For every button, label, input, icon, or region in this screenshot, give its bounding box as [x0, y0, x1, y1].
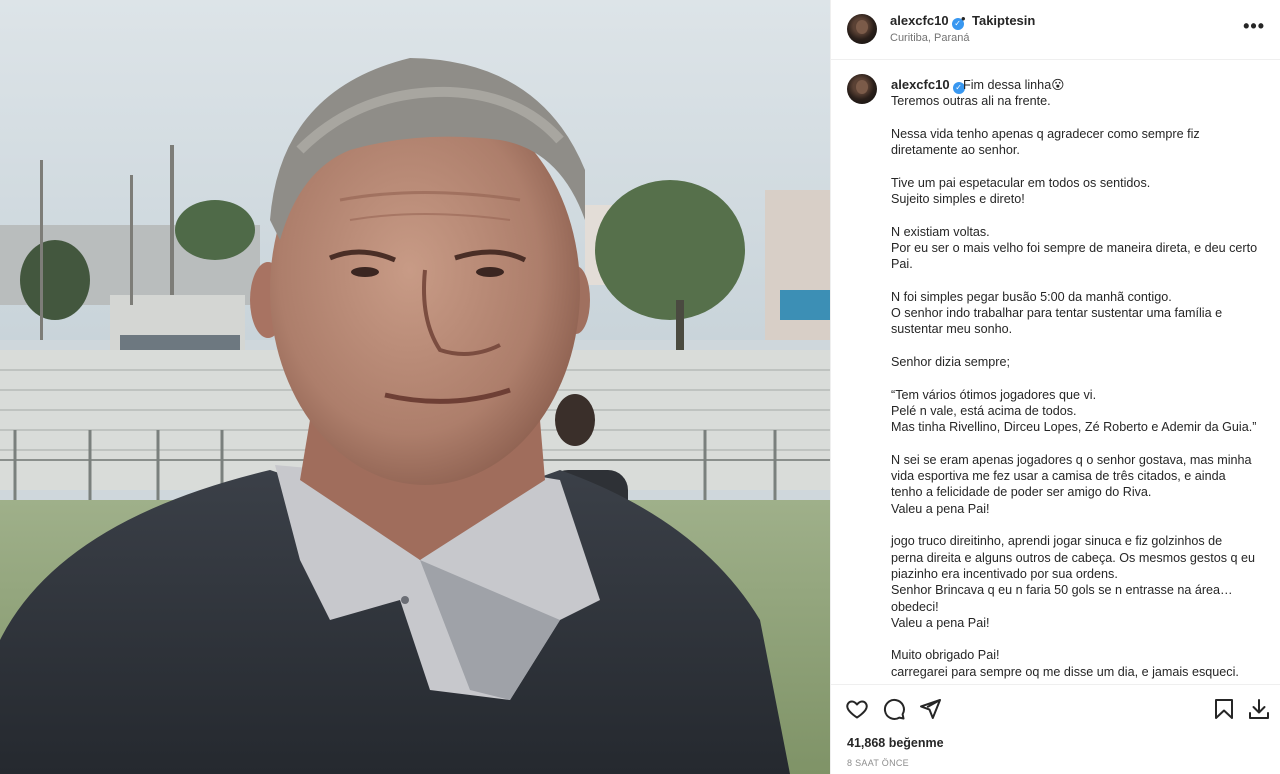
post-photo[interactable] — [0, 0, 830, 774]
caption-line: Senhor dizia sempre; — [891, 355, 1011, 370]
caption-line: Valeu a pena Pai! — [891, 615, 990, 630]
caption-line — [891, 370, 1266, 386]
caption-line — [891, 158, 1266, 174]
post-actions: 41,868 beğenme 8 SAAT ÖNCE — [831, 684, 1280, 774]
caption-line — [891, 338, 1266, 354]
more-options-icon[interactable]: ••• — [1243, 16, 1265, 37]
comment-icon[interactable] — [882, 697, 906, 721]
caption-line — [891, 207, 1266, 223]
caption-author-avatar[interactable] — [847, 74, 877, 104]
caption-line: O senhor indo trabalhar para tentar sust… — [891, 306, 1223, 321]
caption-line: piazinho era incentivado por sua ordens. — [891, 566, 1118, 581]
caption-line: N existiam voltas. — [891, 224, 990, 239]
caption-line: diretamente ao senhor. — [891, 143, 1020, 158]
caption-line — [891, 436, 1266, 452]
caption-body: Teremos outras ali na frente. Nessa vida … — [891, 93, 1266, 680]
caption-line — [891, 631, 1266, 647]
caption-text: Fim dessa linha😮 Teremos outras ali na f… — [891, 77, 1266, 680]
caption-line: vida esportiva me fez usar a camisa de t… — [891, 469, 1226, 484]
caption-line: Mas tinha Rivellino, Dirceu Lopes, Zé Ro… — [891, 420, 1257, 435]
caption-line: Sujeito simples e direto! — [891, 192, 1025, 207]
caption-line: obedeci! — [891, 599, 939, 614]
caption-line — [891, 110, 1266, 126]
caption-line: Teremos outras ali na frente. — [891, 94, 1051, 109]
caption-line: Muito obrigado Pai! — [891, 648, 1000, 663]
caption-line — [891, 273, 1266, 289]
caption-line: Por eu ser o mais velho foi sempre de ma… — [891, 240, 1258, 255]
caption-line: N sei se eram apenas jogadores q o senho… — [891, 452, 1252, 467]
caption-line: Pelé n vale, está acima de todos. — [891, 403, 1077, 418]
caption-line: “Tem vários ótimos jogadores que vi. — [891, 387, 1097, 402]
following-button[interactable]: Takiptesin — [972, 13, 1035, 28]
caption-line: Pai. — [891, 257, 913, 272]
caption-line: Nessa vida tenho apenas q agradecer como… — [891, 126, 1200, 141]
caption-line: Senhor Brincava q eu n faria 50 gols se … — [891, 583, 1233, 598]
post-timestamp[interactable]: 8 SAAT ÖNCE — [847, 758, 909, 768]
caption-line: Tive um pai espetacular em todos os sent… — [891, 175, 1151, 190]
caption-line: sustentar meu sonho. — [891, 322, 1013, 337]
share-icon[interactable] — [918, 697, 942, 721]
download-icon[interactable] — [1247, 697, 1271, 721]
author-username[interactable]: alexcfc10 ✓ — [890, 13, 964, 30]
post-sidebar: alexcfc10 ✓ • Takiptesin Curitiba, Paraná… — [830, 0, 1280, 774]
heart-icon[interactable] — [845, 697, 869, 721]
caption-line: carregarei para sempre oq me disse um di… — [891, 664, 1239, 679]
header-separator: • — [961, 11, 966, 26]
caption-line: perna direita e alguns outros de cabeça.… — [891, 550, 1256, 565]
author-username-text[interactable]: alexcfc10 — [890, 13, 949, 28]
caption-line: tenho a felicidade de poder ser amigo do… — [891, 485, 1152, 500]
caption-line: jogo truco direitinho, aprendi jogar sin… — [891, 534, 1223, 549]
caption-line: Valeu a pena Pai! — [891, 501, 990, 516]
post-image — [0, 0, 830, 774]
caption-line: N foi simples pegar busão 5:00 da manhã … — [891, 289, 1172, 304]
caption-area[interactable]: alexcfc10 ✓ Fim dessa linha😮 Teremos outr… — [831, 61, 1280, 684]
bookmark-icon[interactable] — [1212, 697, 1236, 721]
post-header: alexcfc10 ✓ • Takiptesin Curitiba, Paraná… — [831, 0, 1280, 60]
caption-first-line: Fim dessa linha😮 — [963, 78, 1065, 92]
likes-count[interactable]: 41,868 beğenme — [847, 736, 944, 750]
post-location[interactable]: Curitiba, Paraná — [890, 32, 970, 44]
author-avatar[interactable] — [847, 14, 877, 44]
caption-line — [891, 517, 1266, 533]
